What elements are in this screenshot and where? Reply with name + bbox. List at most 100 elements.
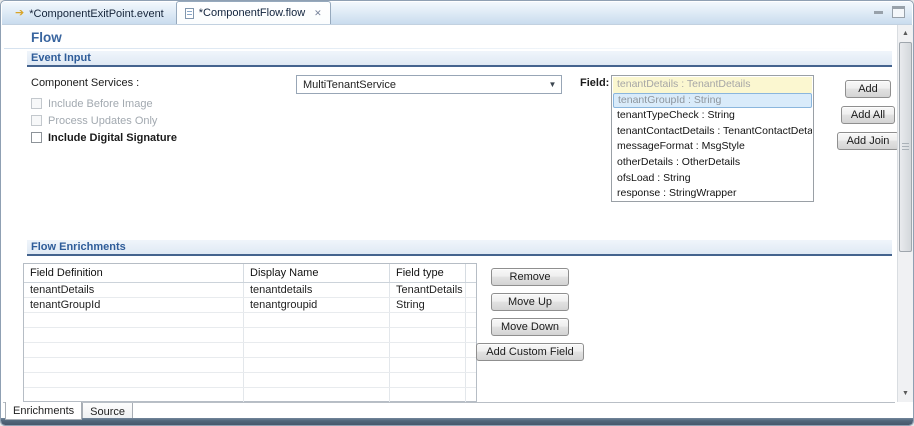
table-cell bbox=[24, 343, 244, 357]
minimize-icon[interactable] bbox=[872, 4, 885, 19]
table-cell: TenantDetails bbox=[390, 283, 466, 297]
table-cell: String bbox=[390, 298, 466, 312]
section-underline bbox=[27, 65, 892, 67]
tab-component-flow-flow[interactable]: *ComponentFlow.flow ✕ bbox=[176, 1, 331, 24]
table-cell: tenantDetails bbox=[24, 283, 244, 297]
table-row[interactable]: tenantDetailstenantdetailsTenantDetails bbox=[24, 283, 476, 298]
section-underline bbox=[27, 254, 892, 256]
editor-tab-bar: ➔ *ComponentExitPoint.event *ComponentFl… bbox=[2, 2, 912, 25]
component-services-value: MultiTenantService bbox=[297, 79, 544, 91]
move-up-button[interactable]: Move Up bbox=[491, 293, 569, 311]
field-list[interactable]: tenantDetails : TenantDetailstenantGroup… bbox=[611, 75, 814, 202]
table-cell bbox=[390, 328, 466, 342]
table-header-filler bbox=[466, 264, 476, 282]
table-row[interactable] bbox=[24, 343, 476, 358]
enrichments-table: Field DefinitionDisplay NameField type t… bbox=[23, 263, 477, 402]
table-cell bbox=[390, 313, 466, 327]
scroll-up-icon[interactable]: ▲ bbox=[898, 26, 913, 41]
table-header-cell[interactable]: Display Name bbox=[244, 264, 390, 282]
field-list-item[interactable]: tenantTypeCheck : String bbox=[613, 108, 812, 124]
field-list-item[interactable]: ofsLoad : String bbox=[613, 171, 812, 187]
component-services-select[interactable]: MultiTenantService ▼ bbox=[296, 75, 562, 94]
field-list-item[interactable]: response : StringWrapper bbox=[613, 186, 812, 202]
table-cell bbox=[390, 373, 466, 387]
table-body: tenantDetailstenantdetailsTenantDetailst… bbox=[24, 283, 476, 403]
table-row[interactable] bbox=[24, 313, 476, 328]
add-button[interactable]: Add bbox=[845, 80, 891, 98]
table-cell: tenantGroupId bbox=[24, 298, 244, 312]
bottom-tab-enrichments[interactable]: Enrichments bbox=[5, 402, 82, 420]
view-controls bbox=[872, 4, 905, 19]
maximize-icon[interactable] bbox=[892, 6, 905, 18]
table-cell: tenantdetails bbox=[244, 283, 390, 297]
scroll-down-icon[interactable]: ▼ bbox=[898, 386, 913, 401]
add-custom-field-button[interactable]: Add Custom Field bbox=[476, 343, 583, 361]
table-row[interactable] bbox=[24, 388, 476, 403]
table-row[interactable] bbox=[24, 328, 476, 343]
table-cell bbox=[390, 343, 466, 357]
table-cell bbox=[466, 358, 476, 372]
flow-editor-window: ➔ *ComponentExitPoint.event *ComponentFl… bbox=[0, 0, 914, 426]
window-bottom-bar bbox=[1, 418, 913, 425]
field-list-item[interactable]: messageFormat : MsgStyle bbox=[613, 139, 812, 155]
table-cell bbox=[24, 373, 244, 387]
checkbox-label: Include Before Image bbox=[48, 98, 153, 110]
tab-label: *ComponentExitPoint.event bbox=[29, 8, 164, 20]
checkbox-include-digital-signature[interactable]: Include Digital Signature bbox=[31, 131, 177, 144]
field-list-item[interactable]: tenantDetails : TenantDetails bbox=[613, 77, 812, 93]
table-cell bbox=[466, 343, 476, 357]
section-header-event-input: Event Input bbox=[27, 51, 892, 65]
table-row[interactable] bbox=[24, 373, 476, 388]
remove-button[interactable]: Remove bbox=[491, 268, 569, 286]
add-join-button[interactable]: Add Join bbox=[837, 132, 900, 150]
table-cell bbox=[244, 313, 390, 327]
table-header-cell[interactable]: Field Definition bbox=[24, 264, 244, 282]
table-cell bbox=[390, 358, 466, 372]
field-list-item[interactable]: tenantContactDetails : TenantContactDeta… bbox=[613, 124, 812, 140]
table-cell bbox=[24, 358, 244, 372]
enrichment-buttons: RemoveMove UpMove DownAdd Custom Field bbox=[485, 268, 575, 361]
table-cell bbox=[390, 388, 466, 402]
section-header-flow-enrichments: Flow Enrichments bbox=[27, 240, 892, 254]
field-label: Field: bbox=[580, 77, 609, 89]
add-all-button[interactable]: Add All bbox=[841, 106, 895, 124]
event-file-icon: ➔ bbox=[15, 8, 24, 19]
scrollbar-thumb[interactable] bbox=[899, 42, 912, 252]
tab-label: *ComponentFlow.flow bbox=[199, 7, 305, 19]
checkbox-process-updates-only: Process Updates Only bbox=[31, 114, 177, 127]
tab-close-icon[interactable]: ✕ bbox=[314, 9, 322, 18]
checkbox-label: Process Updates Only bbox=[48, 115, 157, 127]
page-title: Flow bbox=[31, 30, 62, 45]
section-title: Event Input bbox=[27, 52, 91, 64]
table-cell bbox=[244, 373, 390, 387]
checkbox-box-icon bbox=[31, 115, 42, 126]
table-cell bbox=[466, 388, 476, 402]
table-cell bbox=[466, 283, 476, 297]
table-row[interactable] bbox=[24, 358, 476, 373]
move-down-button[interactable]: Move Down bbox=[491, 318, 569, 336]
table-cell bbox=[466, 313, 476, 327]
chevron-down-icon[interactable]: ▼ bbox=[544, 80, 561, 89]
tab-component-exit-point-event[interactable]: ➔ *ComponentExitPoint.event bbox=[7, 3, 172, 24]
title-divider bbox=[4, 48, 894, 49]
table-header-cell[interactable]: Field type bbox=[390, 264, 466, 282]
table-cell bbox=[244, 358, 390, 372]
checkbox-label: Include Digital Signature bbox=[48, 132, 177, 144]
checkbox-box-icon[interactable] bbox=[31, 132, 42, 143]
component-services-label: Component Services : bbox=[31, 77, 139, 89]
table-row[interactable]: tenantGroupIdtenantgroupidString bbox=[24, 298, 476, 313]
table-cell bbox=[244, 388, 390, 402]
table-cell bbox=[466, 298, 476, 312]
field-list-item[interactable]: tenantGroupId : String bbox=[613, 93, 812, 109]
table-cell: tenantgroupid bbox=[244, 298, 390, 312]
editor-scrollbar[interactable]: ▲ ▼ bbox=[897, 25, 913, 402]
flow-file-icon bbox=[185, 8, 194, 19]
section-title: Flow Enrichments bbox=[27, 241, 126, 253]
table-cell bbox=[466, 373, 476, 387]
field-list-item[interactable]: otherDetails : OtherDetails bbox=[613, 155, 812, 171]
table-cell bbox=[24, 388, 244, 402]
table-cell bbox=[24, 328, 244, 342]
checkbox-include-before-image: Include Before Image bbox=[31, 97, 177, 110]
checkbox-box-icon bbox=[31, 98, 42, 109]
table-cell bbox=[24, 313, 244, 327]
